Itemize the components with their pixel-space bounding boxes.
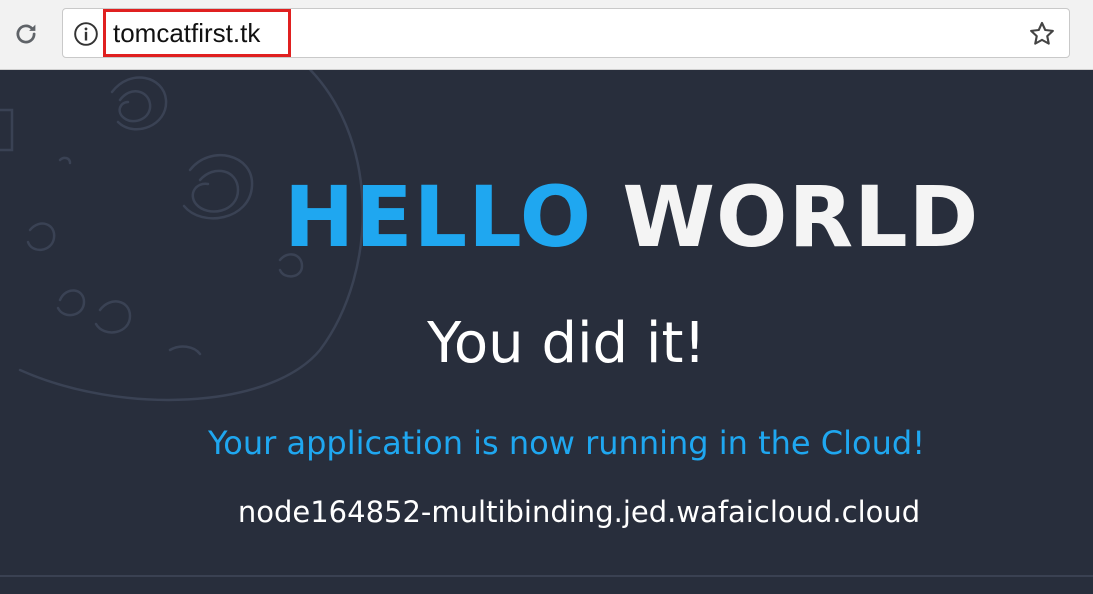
- reload-button[interactable]: [10, 18, 42, 50]
- world-word: WORLD: [622, 168, 980, 266]
- web-page: HELLO WORLD You did it! Your application…: [0, 70, 1093, 594]
- divider: [0, 575, 1093, 577]
- reload-icon: [16, 24, 36, 44]
- url-text[interactable]: tomcatfirst.tk: [113, 18, 260, 49]
- info-icon[interactable]: [73, 21, 99, 47]
- browser-toolbar: tomcatfirst.tk: [0, 0, 1093, 70]
- address-bar[interactable]: tomcatfirst.tk: [62, 8, 1070, 58]
- subheadline: Your application is now running in the C…: [207, 424, 926, 462]
- hostname-text: node164852-multibinding.jed.wafaicloud.c…: [237, 495, 921, 529]
- headline: You did it!: [427, 311, 706, 376]
- star-icon[interactable]: [1027, 19, 1057, 49]
- hello-word: HELLO: [284, 168, 593, 266]
- hello-world-title: HELLO WORLD: [284, 175, 979, 259]
